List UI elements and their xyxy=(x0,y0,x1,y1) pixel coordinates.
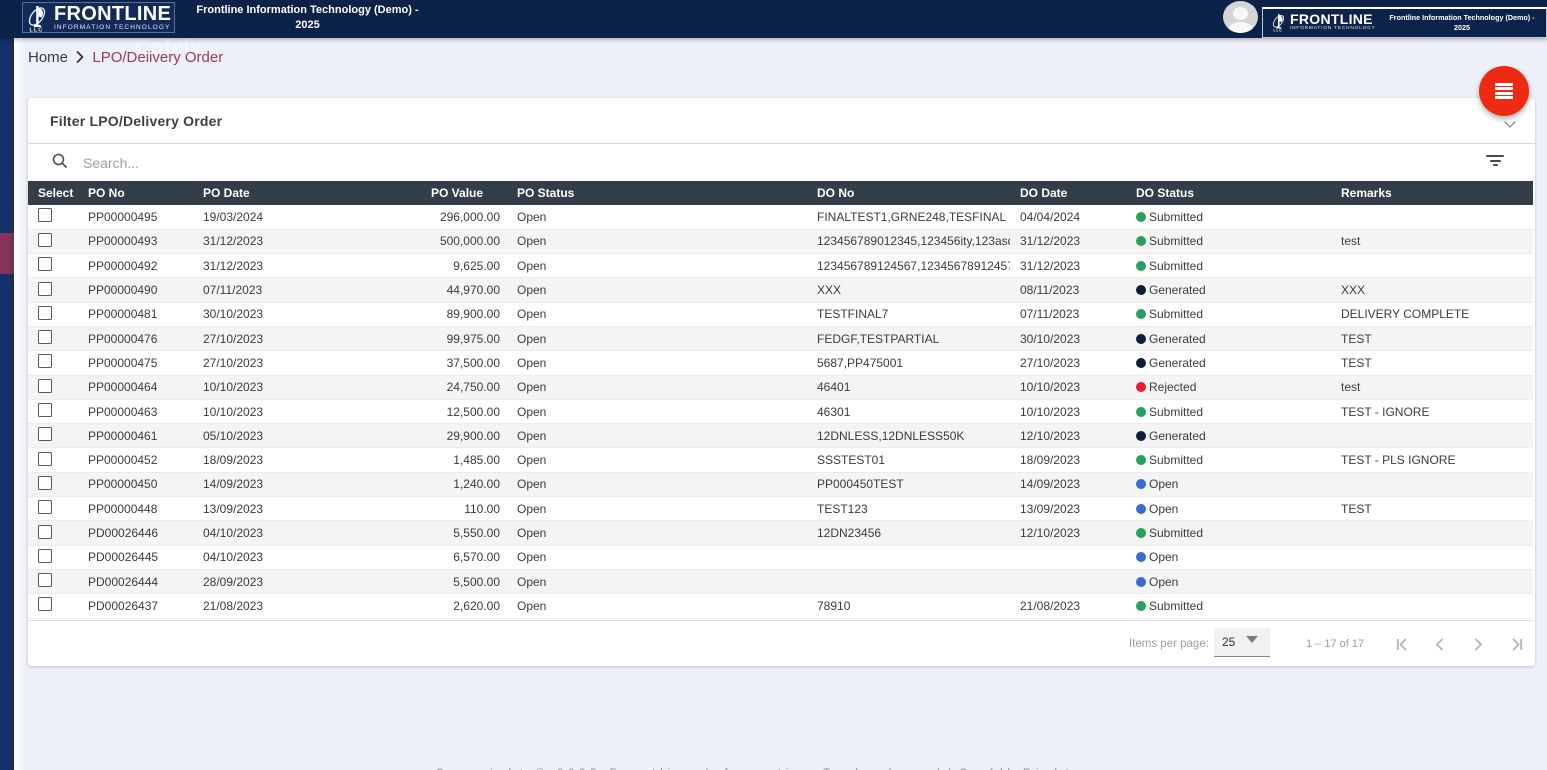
svg-text:LLC: LLC xyxy=(30,28,44,33)
svg-text:LLC: LLC xyxy=(1273,29,1282,32)
